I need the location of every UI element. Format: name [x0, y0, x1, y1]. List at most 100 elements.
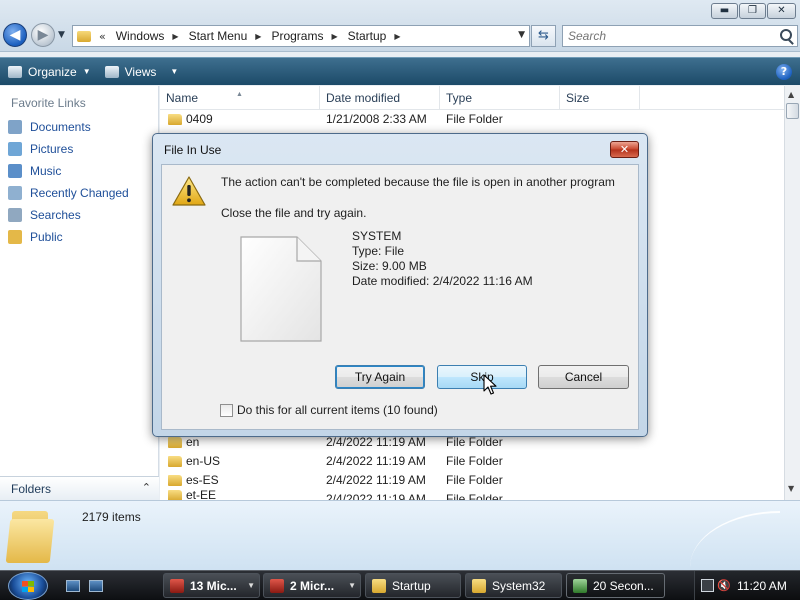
dialog-close-button[interactable]: ✕ — [610, 141, 639, 158]
apply-to-all-checkbox[interactable]: Do this for all current items (10 found) — [220, 403, 438, 417]
file-type-info: Type: File — [352, 244, 405, 258]
error-instruction: Close the file and try again. — [221, 206, 367, 220]
table-row[interactable]: 0409 1/21/2008 2:33 AM File Folder — [160, 110, 784, 129]
show-desktop-icon[interactable] — [66, 580, 80, 592]
taskbar-button-word-group[interactable]: 13 Mic... ▼ — [163, 573, 260, 598]
table-row[interactable]: et-EE 2/4/2022 11:19 AM File Folder — [160, 490, 784, 500]
nav-link-label: Documents — [30, 120, 91, 134]
views-label: Views — [124, 64, 157, 79]
taskbar-button-label: 2 Micr... — [290, 578, 335, 593]
column-label: Name — [166, 91, 199, 105]
address-dropdown-icon[interactable]: ▼ — [518, 30, 525, 40]
word-group-icon — [170, 578, 184, 593]
dialog-title: File In Use — [164, 143, 222, 157]
folder-icon — [77, 30, 91, 42]
error-message: The action can't be completed because th… — [221, 175, 615, 189]
breadcrumb-startup[interactable]: Startup — [348, 29, 387, 43]
nav-link-recently-changed[interactable]: Recently Changed — [8, 186, 129, 200]
search-input[interactable] — [563, 26, 763, 46]
help-button[interactable]: ? — [776, 64, 792, 80]
breadcrumb-arrow-icon[interactable]: ▶ — [331, 32, 337, 41]
taskbar-button-system32[interactable]: System32 — [465, 573, 562, 598]
window-titlebar: ▬ ❐ ✕ ◀ ▶ ▼ « Windows ▶ Start Menu ▶ Pro… — [0, 0, 800, 52]
start-button[interactable] — [8, 572, 48, 600]
column-date-modified[interactable]: Date modified — [320, 86, 440, 110]
chevron-up-icon: ⌃ — [141, 481, 151, 494]
file-size-info: Size: 9.00 MB — [352, 259, 427, 273]
details-pane: 2179 items — [0, 500, 800, 570]
taskbar-button-startup[interactable]: Startup — [365, 573, 461, 598]
breadcrumb-arrow-icon[interactable]: ▶ — [255, 32, 261, 41]
address-bar[interactable]: « Windows ▶ Start Menu ▶ Programs ▶ Star… — [72, 25, 530, 47]
taskbar-button-app-group[interactable]: 2 Micr... ▼ — [263, 573, 361, 598]
breadcrumb-programs[interactable]: Programs — [271, 29, 323, 43]
scrollbar-thumb[interactable] — [786, 103, 799, 119]
organize-label: Organize — [28, 64, 77, 79]
music-icon — [8, 164, 22, 178]
folder-icon — [168, 475, 182, 486]
file-name-info: SYSTEM — [352, 229, 402, 243]
nav-link-documents[interactable]: Documents — [8, 120, 91, 134]
search-icon[interactable] — [780, 29, 792, 41]
date-cell: 2/4/2022 11:19 AM — [326, 492, 426, 500]
refresh-button[interactable]: ⇆ — [531, 25, 556, 47]
taskbar-button-label: 13 Mic... — [190, 578, 237, 593]
decorative-swoosh — [690, 511, 780, 567]
skip-button[interactable]: Skip — [437, 365, 527, 389]
taskbar-button-label: System32 — [492, 578, 546, 593]
nav-link-pictures[interactable]: Pictures — [8, 142, 73, 156]
forward-arrow-icon: ▶ — [37, 27, 49, 43]
forward-button[interactable]: ▶ — [31, 23, 55, 47]
cancel-button[interactable]: Cancel — [538, 365, 629, 389]
column-size[interactable]: Size — [560, 86, 640, 110]
warning-icon — [172, 176, 206, 206]
date-cell: 1/21/2008 2:33 AM — [326, 112, 427, 126]
scroll-down-icon[interactable]: ▼ — [788, 484, 794, 493]
volume-muted-icon[interactable]: 🔇 — [717, 579, 731, 592]
type-cell: File Folder — [446, 492, 503, 500]
type-cell: File Folder — [446, 112, 503, 126]
views-icon — [104, 65, 119, 78]
chevron-down-icon: ▼ — [170, 67, 179, 76]
try-again-button[interactable]: Try Again — [335, 365, 425, 389]
taskbar-button-progress[interactable]: 20 Secon... — [566, 573, 665, 598]
switch-windows-icon[interactable] — [89, 580, 103, 592]
taskbar: 13 Mic... ▼ 2 Micr... ▼ Startup System32… — [0, 570, 800, 600]
close-window-button[interactable]: ✕ — [767, 3, 796, 19]
nav-link-public[interactable]: Public — [8, 230, 63, 244]
vertical-scrollbar[interactable]: ▲ ▼ — [784, 86, 800, 500]
clock[interactable]: 11:20 AM — [737, 579, 787, 593]
size-cell — [560, 490, 640, 500]
views-menu[interactable]: Views ▼ — [104, 64, 179, 79]
breadcrumb-start-menu[interactable]: Start Menu — [189, 29, 248, 43]
table-row[interactable]: en-US 2/4/2022 11:19 AM File Folder — [160, 452, 784, 471]
folders-toggle[interactable]: Folders ⌃ — [0, 476, 159, 500]
navigation-pane: Favorite Links Documents Pictures Music … — [0, 86, 159, 500]
column-type[interactable]: Type — [440, 86, 560, 110]
breadcrumb-arrow-icon[interactable]: ▶ — [394, 32, 400, 41]
minimize-button[interactable]: ▬ — [711, 3, 738, 19]
maximize-button[interactable]: ❐ — [739, 3, 766, 19]
nav-link-searches[interactable]: Searches — [8, 208, 81, 222]
command-toolbar: Organize ▼ Views ▼ ? — [0, 57, 800, 85]
breadcrumb-overflow[interactable]: « — [99, 30, 106, 43]
table-row[interactable]: es-ES 2/4/2022 11:19 AM File Folder — [160, 471, 784, 490]
taskbar-button-label: 20 Secon... — [593, 578, 654, 593]
column-name[interactable]: Name ▲ — [160, 86, 320, 110]
search-box[interactable] — [562, 25, 798, 47]
date-cell: 2/4/2022 11:19 AM — [326, 454, 426, 468]
network-icon[interactable] — [701, 579, 714, 592]
scroll-up-icon[interactable]: ▲ — [788, 90, 794, 99]
nav-link-music[interactable]: Music — [8, 164, 61, 178]
column-header: Name ▲ Date modified Type Size — [160, 86, 784, 110]
large-folder-icon — [5, 509, 56, 565]
folder-icon — [372, 578, 386, 593]
organize-menu[interactable]: Organize ▼ — [8, 65, 91, 79]
breadcrumb-windows[interactable]: Windows — [116, 29, 165, 43]
checkbox-box[interactable] — [220, 403, 233, 417]
file-name-cell: en-US — [160, 452, 320, 471]
breadcrumb-arrow-icon[interactable]: ▶ — [172, 32, 178, 41]
back-button[interactable]: ◀ — [3, 23, 27, 47]
recent-pages-dropdown[interactable]: ▼ — [58, 30, 65, 40]
chevron-down-icon: ▼ — [348, 581, 356, 590]
